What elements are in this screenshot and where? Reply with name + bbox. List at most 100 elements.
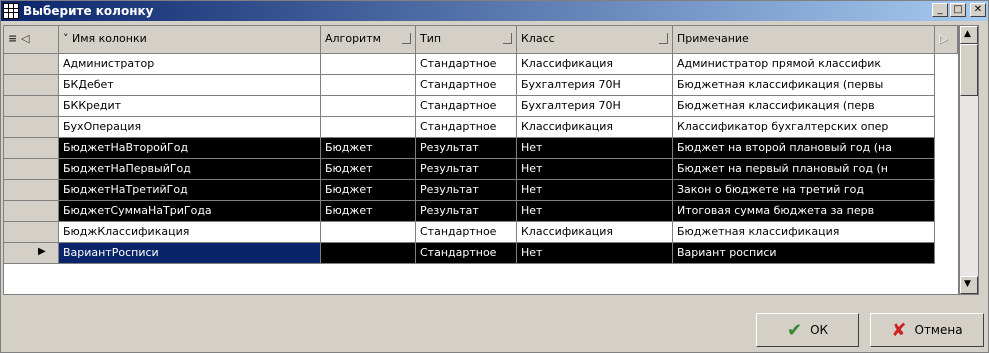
scroll-thumb[interactable] — [960, 44, 978, 96]
cell-note[interactable]: Итоговая сумма бюджета за перв — [673, 201, 935, 222]
header-column-note[interactable]: Примечание — [673, 26, 935, 54]
cell-name[interactable]: БухОперация — [59, 117, 321, 138]
cell-algorithm[interactable] — [321, 96, 416, 117]
cell-name[interactable]: БКДебет — [59, 75, 321, 96]
close-button[interactable]: ✕ — [970, 3, 986, 17]
header-column-algorithm[interactable]: Алгоритм — [321, 26, 416, 54]
cell-class[interactable]: Нет — [517, 138, 673, 159]
filter-icon[interactable] — [402, 33, 411, 44]
cell-algorithm[interactable]: Бюджет — [321, 180, 416, 201]
scroll-up-button[interactable]: ▲ — [960, 26, 978, 44]
cell-note[interactable]: Бюджетная классификация — [673, 222, 935, 243]
cell-class[interactable]: Нет — [517, 159, 673, 180]
maximize-icon: □ — [953, 4, 963, 15]
table-row[interactable]: БКДебет Стандартное Бухгалтерия 70Н Бюджетн… — [4, 75, 958, 96]
row-indicator[interactable] — [4, 117, 59, 138]
cell-note[interactable]: Бюджетная классификация (первы — [673, 75, 935, 96]
row-indicator[interactable] — [4, 222, 59, 243]
cell-name[interactable]: БюджетСуммаНаТриГода — [59, 201, 321, 222]
cross-icon: ✘ — [891, 319, 907, 341]
column-chooser-icon[interactable]: ≡ ◁ — [8, 32, 30, 45]
cell-class[interactable]: Бухгалтерия 70Н — [517, 96, 673, 117]
close-icon: ✕ — [973, 4, 983, 15]
cell-note[interactable]: Классификатор бухгалтерских опер — [673, 117, 935, 138]
cell-name[interactable]: Администратор — [59, 54, 321, 75]
cell-class[interactable]: Нет — [517, 243, 673, 264]
table-icon — [3, 3, 19, 19]
cell-class[interactable]: Нет — [517, 180, 673, 201]
row-indicator[interactable] — [4, 138, 59, 159]
arrow-down-icon: ▼ — [964, 279, 971, 289]
table-row[interactable]: БККредит Стандартное Бухгалтерия 70Н Бюджет… — [4, 96, 958, 117]
table-row[interactable]: БюджетСуммаНаТриГода Бюджет Результат Нет Ит… — [4, 201, 958, 222]
cell-type[interactable]: Результат — [416, 159, 517, 180]
row-indicator[interactable] — [4, 201, 59, 222]
scroll-down-button[interactable]: ▼ — [960, 276, 978, 294]
row-indicator[interactable] — [4, 159, 59, 180]
cell-algorithm[interactable]: Бюджет — [321, 138, 416, 159]
cell-type[interactable]: Стандартное — [416, 75, 517, 96]
cell-type[interactable]: Стандартное — [416, 222, 517, 243]
header-column-class[interactable]: Класс — [517, 26, 673, 54]
cell-algorithm[interactable] — [321, 54, 416, 75]
cell-name[interactable]: БюджКлассификация — [59, 222, 321, 243]
header-indicator[interactable]: ≡ ◁ — [4, 26, 59, 54]
minimize-button[interactable]: _ — [932, 3, 948, 17]
cell-type[interactable]: Результат — [416, 138, 517, 159]
cell-name[interactable]: ВариантРосписи — [59, 243, 321, 264]
maximize-button[interactable]: □ — [950, 3, 966, 17]
cell-type[interactable]: Результат — [416, 180, 517, 201]
row-indicator[interactable]: ▶ — [4, 243, 59, 264]
cell-note[interactable]: Бюджетная классификация (перв — [673, 96, 935, 117]
columns-grid[interactable]: ≡ ◁ ˅ Имя колонки Алгоритм Тип Класс При… — [3, 25, 959, 295]
ok-button[interactable]: ✔ ОК — [756, 313, 859, 347]
cell-note[interactable]: Вариант росписи — [673, 243, 935, 264]
filter-icon[interactable] — [503, 33, 512, 44]
cell-type[interactable]: Результат — [416, 201, 517, 222]
cell-note[interactable]: Бюджет на второй плановый год (на — [673, 138, 935, 159]
row-indicator[interactable] — [4, 96, 59, 117]
table-row[interactable]: БюджетНаВторойГод Бюджет Результат Нет Бюдже… — [4, 138, 958, 159]
filter-icon[interactable] — [659, 33, 668, 44]
cell-class[interactable]: Классификация — [517, 222, 673, 243]
table-row[interactable]: Администратор Стандартное Классификация Адм… — [4, 54, 958, 75]
header-column-type[interactable]: Тип — [416, 26, 517, 54]
row-indicator[interactable] — [4, 180, 59, 201]
vertical-scrollbar[interactable]: ▲ ▼ — [959, 25, 979, 295]
cell-algorithm[interactable] — [321, 222, 416, 243]
cell-name[interactable]: БККредит — [59, 96, 321, 117]
collapse-icon: ˅ — [63, 32, 72, 45]
cell-type[interactable]: Стандартное — [416, 117, 517, 138]
header-column-name[interactable]: ˅ Имя колонки — [59, 26, 321, 54]
cell-type[interactable]: Стандартное — [416, 96, 517, 117]
row-indicator[interactable] — [4, 54, 59, 75]
cell-class[interactable]: Бухгалтерия 70Н — [517, 75, 673, 96]
cell-algorithm[interactable] — [321, 75, 416, 96]
cell-note[interactable]: Закон о бюджете на третий год — [673, 180, 935, 201]
title-bar[interactable]: Выберите колонку _ □ ✕ — [1, 1, 988, 21]
header-scroll-right[interactable]: ▷ — [935, 26, 958, 54]
cell-name[interactable]: БюджетНаВторойГод — [59, 138, 321, 159]
cell-class[interactable]: Классификация — [517, 54, 673, 75]
cell-algorithm[interactable] — [321, 117, 416, 138]
cell-class[interactable]: Нет — [517, 201, 673, 222]
cell-algorithm[interactable] — [321, 243, 416, 264]
current-row-icon: ▶ — [38, 246, 46, 257]
cell-type[interactable]: Стандартное — [416, 243, 517, 264]
cell-name[interactable]: БюджетНаПервыйГод — [59, 159, 321, 180]
cell-type[interactable]: Стандартное — [416, 54, 517, 75]
cell-class[interactable]: Классификация — [517, 117, 673, 138]
cell-note[interactable]: Бюджет на первый плановый год (н — [673, 159, 935, 180]
row-indicator[interactable] — [4, 75, 59, 96]
dialog-window: Выберите колонку _ □ ✕ ≡ ◁ ˅ Имя колонки… — [0, 0, 989, 353]
cell-algorithm[interactable]: Бюджет — [321, 201, 416, 222]
table-row[interactable]: ▶ ВариантРосписи Стандартное Нет Вариант рос… — [4, 243, 958, 264]
cell-name[interactable]: БюджетНаТретийГод — [59, 180, 321, 201]
table-row[interactable]: БухОперация Стандартное Классификация Класс… — [4, 117, 958, 138]
cell-algorithm[interactable]: Бюджет — [321, 159, 416, 180]
table-row[interactable]: БюджетНаТретийГод Бюджет Результат Нет Закон… — [4, 180, 958, 201]
table-row[interactable]: БюджетНаПервыйГод Бюджет Результат Нет Бюдже… — [4, 159, 958, 180]
cancel-button[interactable]: ✘ Отмена — [870, 313, 984, 347]
cell-note[interactable]: Администратор прямой классифик — [673, 54, 935, 75]
table-row[interactable]: БюджКлассификация Стандартное Классификаци… — [4, 222, 958, 243]
